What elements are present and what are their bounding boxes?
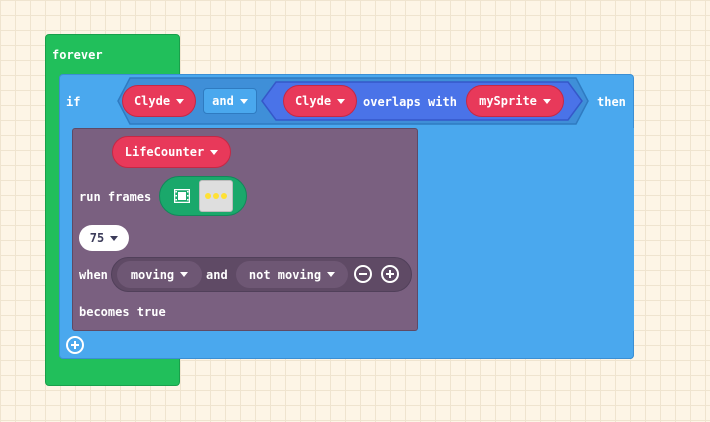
clyde-overlap-label: Clyde [294,94,332,108]
state-and-label: and [206,268,228,282]
chevron-down-icon [110,235,119,241]
lifecounter-label: LifeCounter [124,145,205,159]
chevron-down-icon [337,98,346,104]
run-frames-label: run frames [79,190,152,204]
mysprite-label: mySprite [479,94,537,108]
mysprite-dropdown[interactable]: mySprite [466,85,564,117]
filmstrip-icon [174,189,190,203]
chevron-down-icon [210,149,219,155]
chevron-down-icon [239,98,248,104]
when-label: when [79,268,108,282]
not-moving-dropdown[interactable]: not moving [236,261,348,288]
becomes-true-label: becomes true [79,305,166,319]
overlaps-with-label: overlaps with [363,95,457,109]
remove-condition-button[interactable] [354,265,372,283]
interval-dropdown[interactable]: 75 [79,225,129,251]
clyde-overlap-dropdown[interactable]: Clyde [283,85,357,117]
clyde-dropdown-label: Clyde [133,94,171,108]
lifecounter-dropdown[interactable]: LifeCounter [112,136,231,168]
chevron-down-icon [542,98,551,104]
add-condition-button[interactable] [381,265,399,283]
chevron-down-icon [327,272,336,277]
and-operator-dropdown[interactable]: and [203,88,257,114]
add-else-button[interactable] [66,336,84,354]
moving-label: moving [130,267,175,282]
chevron-down-icon [180,272,189,277]
animation-preview[interactable] [199,180,233,212]
moving-dropdown[interactable]: moving [117,261,202,288]
clyde-dropdown[interactable]: Clyde [122,85,196,117]
interval-value: 75 [89,231,105,245]
chevron-down-icon [176,98,185,104]
animation-preview-image [205,193,227,199]
and-operator-label: and [212,94,234,108]
not-moving-label: not moving [248,267,322,282]
